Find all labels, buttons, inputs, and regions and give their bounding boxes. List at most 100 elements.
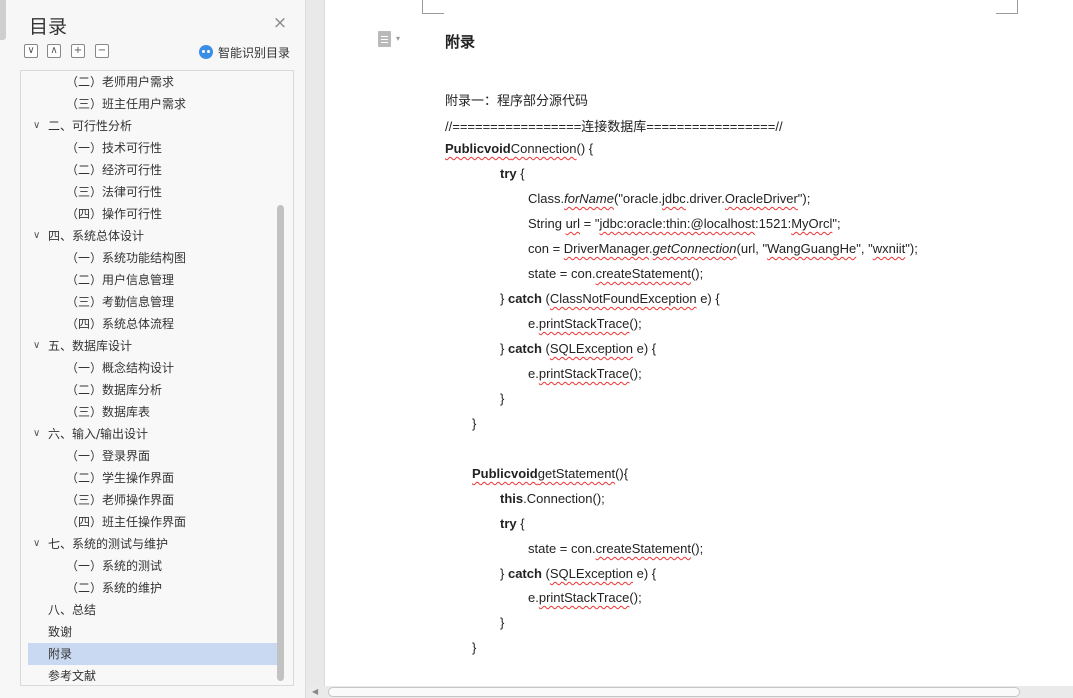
toc-item[interactable]: （二）老师用户需求: [21, 71, 277, 93]
toc-item-label: 五、数据库设计: [48, 339, 133, 353]
toc-item[interactable]: ∨ 五、数据库设计: [21, 335, 277, 357]
toc-scrollbar[interactable]: [277, 205, 284, 681]
toc-item-label: 六、输入/输出设计: [48, 427, 149, 441]
toc-item[interactable]: （二）学生操作界面: [21, 467, 277, 489]
horizontal-scrollbar[interactable]: ◀: [306, 686, 1073, 698]
code-line: e.printStackTrace();: [528, 366, 642, 381]
chevron-down-icon[interactable]: ∨: [33, 225, 40, 247]
document-page[interactable]: ▾ 附录 附录一：程序部分源代码 //=================连接数据…: [324, 0, 1073, 686]
smart-toc-label: 智能识别目录: [218, 45, 291, 60]
toc-item[interactable]: （二）用户信息管理: [21, 269, 277, 291]
code-token: }: [500, 391, 505, 406]
toc-item[interactable]: （四）系统总体流程: [21, 313, 277, 335]
code-token: {: [516, 516, 525, 531]
code-line: }: [472, 416, 476, 431]
toc-item-label: （一）技术可行性: [66, 141, 163, 155]
code-line: String url = "jdbc:oracle:thin:@localhos…: [528, 216, 841, 231]
toc-item[interactable]: ∨ 六、输入/输出设计: [21, 423, 277, 445]
code-token: getConnection: [652, 241, 737, 256]
code-line: } catch (SQLException e) {: [500, 341, 656, 356]
code-line: e.printStackTrace();: [528, 316, 642, 331]
code-line: this.Connection();: [500, 491, 605, 506]
code-token: ";: [832, 216, 841, 231]
document-icon[interactable]: [378, 31, 391, 47]
toc-item-label: （二）经济可行性: [66, 163, 163, 177]
toc-item-label: （三）数据库表: [66, 405, 151, 419]
toc-item-label: （一）概念结构设计: [66, 361, 175, 375]
code-token: printStackTrace: [538, 366, 630, 381]
code-line: e.printStackTrace();: [528, 590, 642, 605]
horizontal-scroll-thumb[interactable]: [328, 687, 1020, 697]
toc-item[interactable]: 附录: [28, 643, 277, 665]
toc-item[interactable]: （二）数据库分析: [21, 379, 277, 401]
toc-item[interactable]: （一）技术可行性: [21, 137, 277, 159]
code-token: MyOrcl: [791, 216, 833, 231]
remove-item-button[interactable]: −: [95, 44, 109, 58]
code-line: try {: [500, 166, 525, 181]
toc-item-label: （二）学生操作界面: [66, 471, 175, 485]
toc-item-label: 八、总结: [48, 603, 97, 617]
code-token: (: [541, 341, 550, 356]
toc-item[interactable]: （二）经济可行性: [21, 159, 277, 181]
code-line: } catch (SQLException e) {: [500, 566, 656, 581]
code-token: getStatement: [537, 466, 616, 481]
document-area: ▾ 附录 附录一：程序部分源代码 //=================连接数据…: [306, 0, 1073, 698]
code-token: e.: [528, 590, 539, 605]
code-token: this: [500, 491, 524, 506]
code-token: }: [472, 640, 477, 655]
toc-item[interactable]: 参考文献: [21, 665, 277, 685]
toc-item[interactable]: 致谢: [21, 621, 277, 643]
toc-item[interactable]: （三）班主任用户需求: [21, 93, 277, 115]
toc-item-label: （四）班主任操作界面: [66, 515, 187, 529]
chevron-down-icon[interactable]: ∨: [33, 533, 40, 555]
toc-item[interactable]: （四）班主任操作界面: [21, 511, 277, 533]
toc-item-label: （三）法律可行性: [66, 185, 163, 199]
chevron-down-icon[interactable]: ∨: [33, 335, 40, 357]
toc-item[interactable]: （三）法律可行性: [21, 181, 277, 203]
toc-item[interactable]: （一）概念结构设计: [21, 357, 277, 379]
chevron-down-icon[interactable]: ∨: [33, 423, 40, 445]
toc-item[interactable]: （一）系统功能结构图: [21, 247, 277, 269]
toc-item-label: （一）系统的测试: [66, 559, 163, 573]
chevron-down-icon[interactable]: ∨: [33, 115, 40, 137]
code-token: wxniit: [872, 241, 906, 256]
toc-item[interactable]: （三）老师操作界面: [21, 489, 277, 511]
page-margin-corner-right: [996, 0, 1018, 14]
code-token: catch: [507, 341, 542, 356]
code-token: e.: [528, 316, 539, 331]
code-token: e) {: [633, 341, 657, 356]
code-token: e) {: [633, 566, 657, 581]
toc-item[interactable]: （四）操作可行性: [21, 203, 277, 225]
toc-item[interactable]: （二）系统的维护: [21, 577, 277, 599]
toc-item[interactable]: （一）系统的测试: [21, 555, 277, 577]
code-line: state = con.createStatement();: [528, 266, 703, 281]
scroll-left-icon[interactable]: ◀: [312, 687, 318, 696]
panel-resize-grip[interactable]: [0, 0, 6, 40]
code-token: ();: [629, 316, 642, 331]
toc-item[interactable]: ∨ 二、可行性分析: [21, 115, 277, 137]
toc-item-label: （一）登录界面: [66, 449, 151, 463]
toc-item[interactable]: （三）考勤信息管理: [21, 291, 277, 313]
code-token: SQLException: [549, 566, 633, 581]
code-token: ();: [690, 266, 704, 281]
toc-item-label: （三）班主任用户需求: [66, 97, 187, 111]
toc-item[interactable]: ∨ 七、系统的测试与维护: [21, 533, 277, 555]
code-line: } catch (ClassNotFoundException e) {: [500, 291, 720, 306]
toc-item[interactable]: （一）登录界面: [21, 445, 277, 467]
code-token: (url, ": [736, 241, 768, 256]
toc-item[interactable]: ∨ 四、系统总体设计: [21, 225, 277, 247]
toc-item[interactable]: （三）数据库表: [21, 401, 277, 423]
page-margin-corner-left: [422, 0, 444, 14]
toc-item-label: （三）老师操作界面: [66, 493, 175, 507]
code-line: state = con.createStatement();: [528, 541, 703, 556]
code-line: //=================连接数据库================…: [445, 116, 783, 135]
expand-all-button[interactable]: ∧: [47, 44, 61, 58]
smart-toc-button[interactable]: 智能识别目录: [199, 44, 290, 60]
add-item-button[interactable]: +: [71, 44, 85, 58]
close-icon[interactable]: ×: [271, 14, 289, 32]
app-window: 目录 × ∨ ∧ + − 智能识别目录 （二）老师用户需求 （三）班主任用户需求 ∨…: [0, 0, 1073, 698]
collapse-all-button[interactable]: ∨: [24, 44, 38, 58]
toc-item[interactable]: 八、总结: [21, 599, 277, 621]
caret-down-icon[interactable]: ▾: [396, 34, 400, 43]
toc-item-label: （二）数据库分析: [66, 383, 163, 397]
